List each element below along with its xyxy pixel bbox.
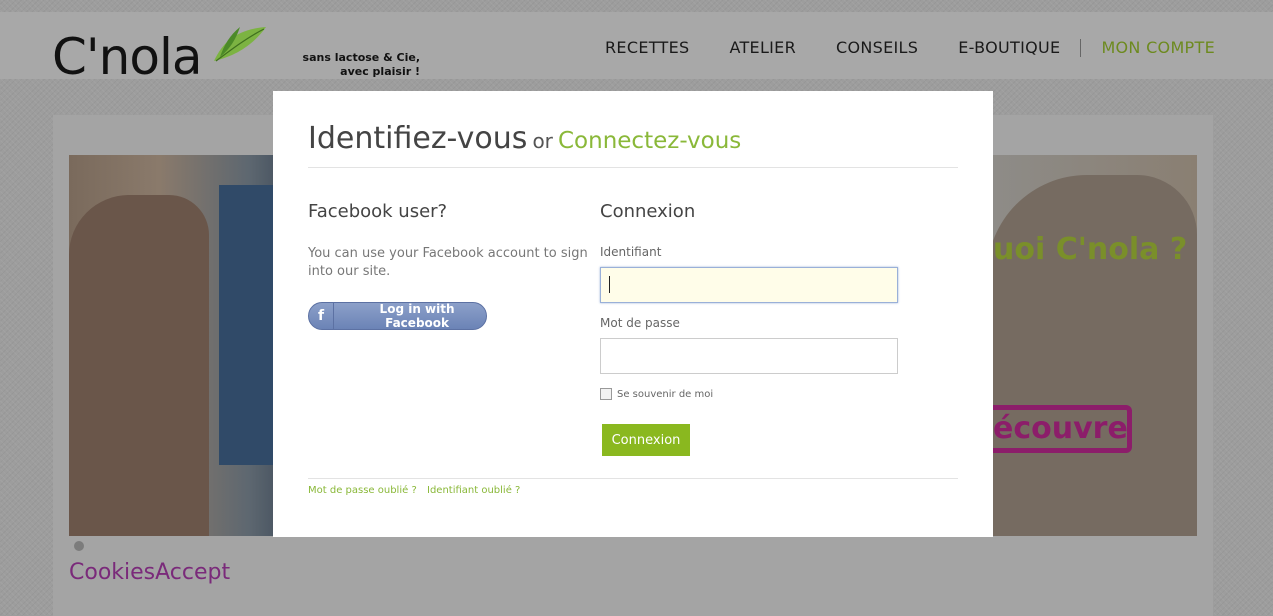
site-logo[interactable]: C'nola sans lactose & Cie, avec plaisir … <box>52 27 420 87</box>
tagline-line-2: avec plaisir ! <box>340 65 420 78</box>
cookies-accept[interactable]: CookiesAccept <box>69 560 230 585</box>
modal-title-or: or <box>532 129 553 153</box>
nav-recettes[interactable]: RECETTES <box>605 38 689 57</box>
slider-dot[interactable] <box>74 541 84 551</box>
facebook-description: You can use your Facebook account to sig… <box>308 246 588 279</box>
login-modal: Identifiez-vous or Connectez-vous Facebo… <box>273 91 993 537</box>
modal-divider-top <box>308 167 958 168</box>
hero-photo-woman <box>987 175 1197 536</box>
facebook-login-label: Log in with Facebook <box>379 302 455 330</box>
nav-mon-compte[interactable]: MON COMPTE <box>1101 38 1215 57</box>
text-caret <box>609 276 610 293</box>
hero-discover-button[interactable]: écouvre <box>993 405 1132 453</box>
remember-me[interactable]: Se souvenir de moi <box>600 388 713 400</box>
login-heading: Connexion <box>600 201 696 222</box>
remember-me-label: Se souvenir de moi <box>617 388 714 400</box>
forgot-username-link[interactable]: Identifiant oublié ? <box>427 485 520 496</box>
username-field[interactable] <box>600 267 898 303</box>
modal-title: Identifiez-vous or Connectez-vous <box>308 121 741 156</box>
hero-photo-person <box>69 195 209 536</box>
facebook-icon: f <box>309 303 335 329</box>
facebook-heading: Facebook user? <box>308 201 448 222</box>
modal-title-main: Identifiez-vous <box>308 121 528 156</box>
modal-divider-bottom <box>308 478 958 479</box>
forgot-password-link[interactable]: Mot de passe oublié ? <box>308 485 417 496</box>
hero-photo-door <box>219 185 274 465</box>
password-label: Mot de passe <box>600 316 680 330</box>
facebook-login-button[interactable]: f Log in with Facebook <box>308 302 487 330</box>
nav-e-boutique[interactable]: E-BOUTIQUE <box>958 38 1060 57</box>
logo-text: C'nola <box>52 28 202 86</box>
nav-conseils[interactable]: CONSEILS <box>836 38 918 57</box>
modal-title-connect[interactable]: Connectez-vous <box>558 128 741 154</box>
nav-atelier[interactable]: ATELIER <box>729 38 796 57</box>
username-label: Identifiant <box>600 245 662 259</box>
tagline: sans lactose & Cie, avec plaisir ! <box>260 51 420 79</box>
tagline-line-1: sans lactose & Cie, <box>302 51 420 64</box>
main-nav: RECETTES ATELIER CONSEILS E-BOUTIQUE MON… <box>565 38 1215 57</box>
site-header: C'nola sans lactose & Cie, avec plaisir … <box>0 12 1273 86</box>
remember-me-checkbox[interactable] <box>600 388 612 400</box>
password-field[interactable] <box>600 338 898 374</box>
hero-title: uoi C'nola ? <box>993 232 1188 267</box>
login-submit-button[interactable]: Connexion <box>602 424 690 456</box>
nav-divider <box>1080 38 1082 57</box>
